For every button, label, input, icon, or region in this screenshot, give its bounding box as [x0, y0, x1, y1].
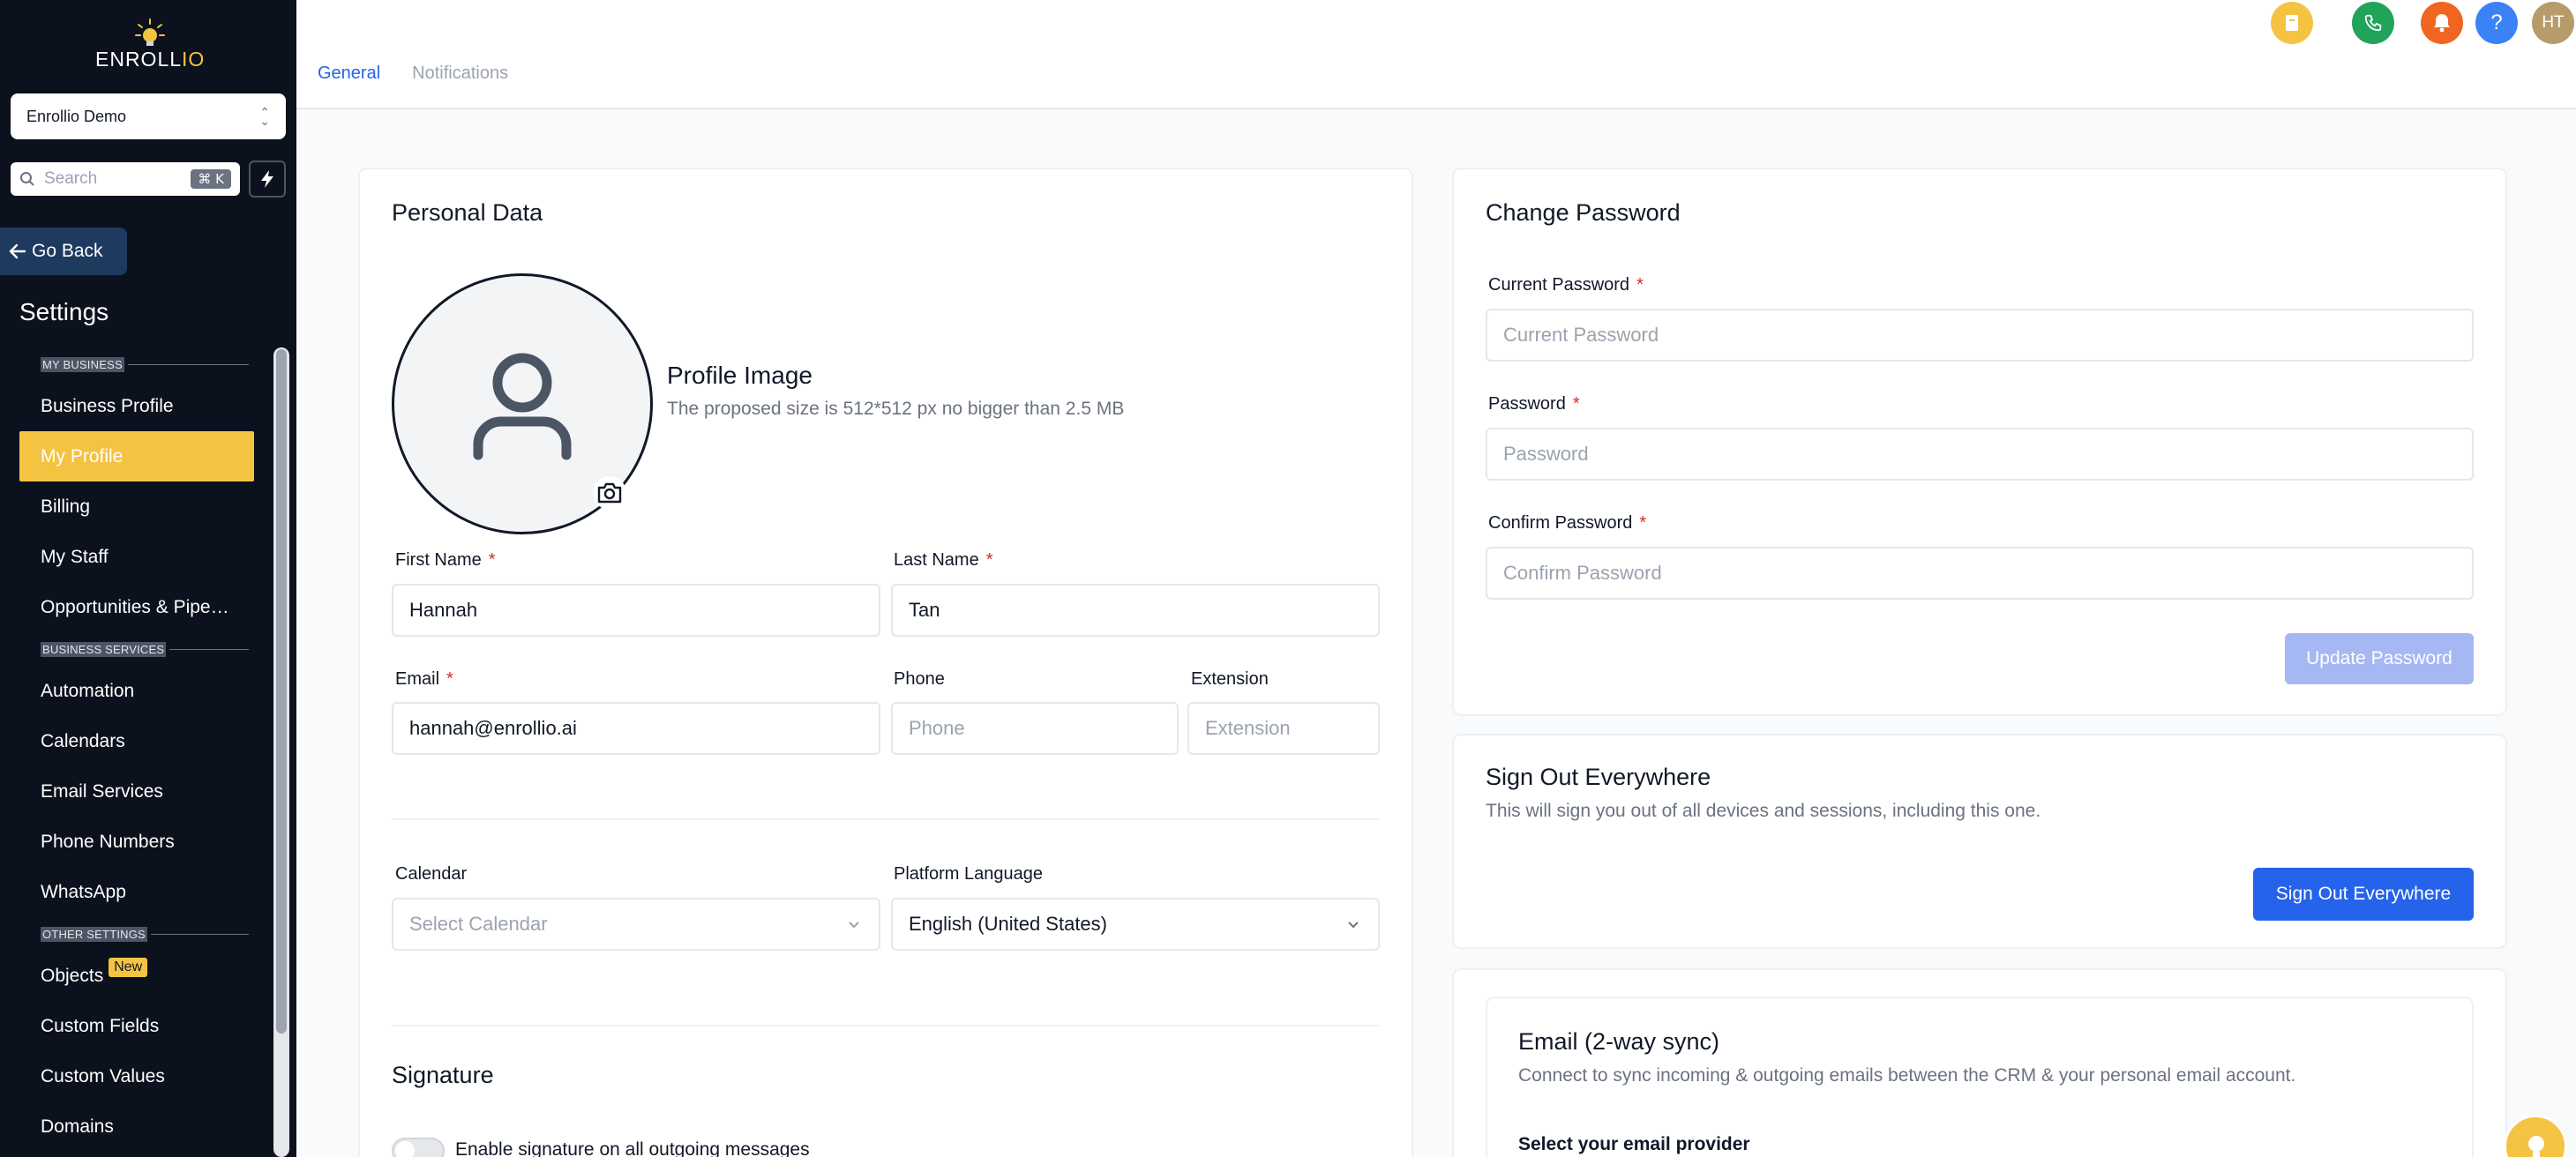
logo-wordmark: ENROLLIO: [95, 48, 206, 71]
first-name-input[interactable]: Hannah: [392, 584, 880, 637]
email-sync-title: Email (2-way sync): [1518, 1028, 1720, 1055]
phone-input[interactable]: Phone: [891, 702, 1179, 755]
nav-section-other-settings: OTHER SETTINGS: [19, 917, 254, 951]
signature-title: Signature: [392, 1062, 494, 1088]
lightbulb-logo-icon: [135, 19, 165, 46]
sidebar-item-my-profile[interactable]: My Profile: [19, 431, 254, 481]
extension-input[interactable]: Extension: [1187, 702, 1380, 755]
bell-icon: [2434, 14, 2450, 33]
signature-toggle[interactable]: [392, 1138, 445, 1157]
search-icon: [20, 172, 34, 186]
arrow-left-icon: [9, 243, 26, 259]
sidebar-item-custom-fields[interactable]: Custom Fields: [19, 1001, 254, 1051]
sidebar-item-my-staff[interactable]: My Staff: [19, 532, 254, 582]
change-password-title: Change Password: [1486, 199, 1681, 226]
help-button[interactable]: ?: [2475, 2, 2518, 44]
extension-label: Extension: [1191, 669, 1269, 689]
sign-out-title: Sign Out Everywhere: [1486, 764, 1711, 790]
new-badge: New: [109, 957, 148, 977]
sidebar: ENROLLIO Enrollio Demo ⌃ ⌄ Search ⌘ K Go …: [0, 0, 296, 1157]
phone-icon: [2364, 14, 2382, 32]
personal-data-title: Personal Data: [392, 199, 543, 226]
tab-notifications[interactable]: Notifications: [412, 63, 508, 84]
sidebar-item-business-profile[interactable]: Business Profile: [19, 381, 254, 431]
top-bar: General Notifications: [296, 0, 2576, 109]
account-switcher[interactable]: Enrollio Demo ⌃ ⌄: [11, 93, 286, 139]
assistant-bubble-button[interactable]: [2504, 1115, 2567, 1157]
sign-out-description: This will sign you out of all devices an…: [1486, 801, 2041, 821]
sidebar-item-billing[interactable]: Billing: [19, 481, 254, 532]
book-icon: [2286, 15, 2298, 31]
sign-out-everywhere-button[interactable]: Sign Out Everywhere: [2253, 868, 2474, 921]
calendar-select-value: Select Calendar: [409, 913, 548, 935]
nav-section-my-business: MY BUSINESS: [19, 347, 254, 381]
profile-image-hint: The proposed size is 512*512 px no bigge…: [667, 399, 1125, 419]
confirm-password-input[interactable]: Confirm Password: [1486, 547, 2474, 600]
tab-general[interactable]: General: [318, 63, 380, 84]
calendar-select[interactable]: Select Calendar: [392, 898, 880, 951]
sidebar-item-objects[interactable]: Objects New: [19, 951, 254, 1001]
sidebar-item-whatsapp[interactable]: WhatsApp: [19, 867, 254, 917]
section-divider: [392, 818, 1380, 820]
settings-nav: MY BUSINESS Business Profile My Profile …: [19, 347, 254, 1152]
book-button[interactable]: [2271, 2, 2313, 44]
question-icon: ?: [2490, 11, 2503, 34]
current-password-input[interactable]: Current Password: [1486, 309, 2474, 362]
search-input[interactable]: Search: [44, 169, 182, 189]
first-name-label: First Name *: [395, 550, 496, 570]
chevron-down-icon: [849, 922, 859, 929]
go-back-button[interactable]: Go Back: [0, 228, 127, 275]
quick-actions-button[interactable]: [249, 160, 286, 198]
nav-section-business-services: BUSINESS SERVICES: [19, 632, 254, 666]
email-provider-label: Select your email provider: [1518, 1134, 1750, 1154]
enrollio-logo[interactable]: ENROLLIO: [92, 18, 206, 74]
platform-language-select[interactable]: English (United States): [891, 898, 1380, 951]
sidebar-item-email-services[interactable]: Email Services: [19, 766, 254, 817]
chevron-updown-icon: ⌃ ⌄: [259, 105, 270, 128]
last-name-label: Last Name *: [894, 550, 993, 570]
sidebar-item-domains[interactable]: Domains: [19, 1101, 254, 1152]
sidebar-item-objects-label: Objects: [41, 965, 104, 986]
password-input[interactable]: Password: [1486, 428, 2474, 481]
notifications-button[interactable]: [2421, 2, 2463, 44]
go-back-label: Go Back: [32, 241, 103, 261]
platform-language-label: Platform Language: [894, 864, 1044, 884]
platform-language-value: English (United States): [909, 913, 1107, 935]
sidebar-item-phone-numbers[interactable]: Phone Numbers: [19, 817, 254, 867]
password-label: Password *: [1488, 394, 1580, 414]
camera-icon: [597, 482, 622, 504]
sidebar-item-custom-values[interactable]: Custom Values: [19, 1051, 254, 1101]
search-box[interactable]: Search ⌘ K: [11, 162, 240, 196]
sidebar-item-calendars[interactable]: Calendars: [19, 716, 254, 766]
lightbulb-icon: [2528, 1136, 2544, 1157]
current-password-label: Current Password *: [1488, 275, 1644, 295]
camera-upload-button[interactable]: [593, 476, 626, 510]
account-name: Enrollio Demo: [26, 107, 127, 125]
settings-tabs: General Notifications: [318, 63, 508, 84]
chevron-down-icon: [1348, 922, 1359, 929]
sidebar-item-opportunities[interactable]: Opportunities & Pipe…: [19, 582, 254, 632]
phone-label: Phone: [894, 669, 945, 689]
user-initials: HT: [2542, 13, 2565, 32]
settings-title: Settings: [19, 298, 109, 325]
email-label: Email *: [395, 669, 453, 689]
profile-image-title: Profile Image: [667, 362, 812, 389]
confirm-password-label: Confirm Password *: [1488, 513, 1647, 533]
sidebar-item-automation[interactable]: Automation: [19, 666, 254, 716]
signature-toggle-label: Enable signature on all outgoing message…: [455, 1139, 810, 1157]
lightning-icon: [261, 170, 273, 188]
update-password-button[interactable]: Update Password: [2285, 633, 2474, 684]
phone-button[interactable]: [2352, 2, 2394, 44]
sidebar-scrollbar-thumb[interactable]: [276, 349, 287, 1034]
search-shortcut-badge: ⌘ K: [191, 169, 231, 189]
email-input[interactable]: hannah@enrollio.ai: [392, 702, 880, 755]
sidebar-scrollbar[interactable]: [273, 347, 289, 1157]
calendar-label: Calendar: [395, 864, 468, 884]
email-sync-description: Connect to sync incoming & outgoing emai…: [1518, 1065, 2296, 1086]
section-divider: [392, 1025, 1380, 1026]
user-avatar[interactable]: HT: [2532, 2, 2574, 44]
last-name-input[interactable]: Tan: [891, 584, 1380, 637]
